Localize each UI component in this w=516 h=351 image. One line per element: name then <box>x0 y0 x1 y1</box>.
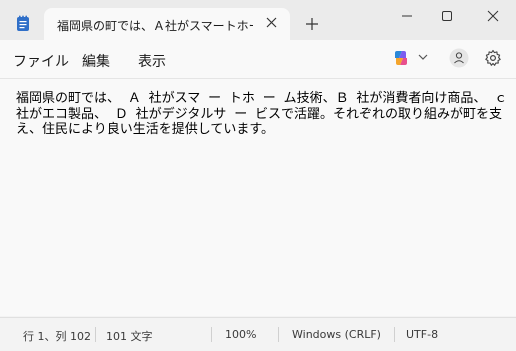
status-divider <box>211 327 212 342</box>
text-editor[interactable]: 福岡県の町では、 Ａ 社がスマ ー トホ ー ム技術、Ｂ 社が消費者向け商品、 … <box>0 79 516 316</box>
title-bar[interactable]: 福岡県の町では、Ａ社がスマートホーム <box>0 0 516 40</box>
plus-icon <box>306 18 318 30</box>
cursor-position: 行 1、列 102 <box>23 330 91 343</box>
encoding[interactable]: UTF-8 <box>406 328 438 341</box>
close-icon <box>487 10 499 22</box>
minimize-icon <box>402 15 412 17</box>
menu-edit[interactable]: 編集 <box>82 51 110 71</box>
new-tab-button[interactable] <box>302 14 322 34</box>
status-divider <box>95 327 96 342</box>
maximize-icon <box>442 11 452 21</box>
document-tab[interactable]: 福岡県の町では、Ａ社がスマートホーム <box>44 8 290 40</box>
gear-icon[interactable] <box>484 49 502 67</box>
line-ending[interactable]: Windows (CRLF) <box>292 328 381 341</box>
notepad-app-icon <box>17 15 29 31</box>
notepad-window: 福岡県の町では、Ａ社がスマートホーム ファイル 編集 表示 福岡県の町では、 Ａ… <box>0 0 516 351</box>
minimize-button[interactable] <box>392 8 422 22</box>
zoom-level[interactable]: 100% <box>225 328 256 341</box>
status-divider <box>394 327 395 342</box>
status-bar: 行 1、列 102 101 文字 100% Windows (CRLF) UTF… <box>0 317 516 351</box>
menu-file[interactable]: ファイル <box>13 51 69 71</box>
close-icon[interactable] <box>264 17 278 31</box>
chevron-down-icon[interactable] <box>418 53 428 61</box>
character-count: 101 文字 <box>106 330 153 343</box>
document-content[interactable]: 福岡県の町では、 Ａ 社がスマ ー トホ ー ム技術、Ｂ 社が消費者向け商品、 … <box>16 91 508 138</box>
account-icon[interactable] <box>449 48 469 68</box>
menu-view[interactable]: 表示 <box>138 51 166 71</box>
menu-bar: ファイル 編集 表示 <box>0 40 516 79</box>
copilot-icon[interactable] <box>392 49 410 67</box>
tab-title: 福岡県の町では、Ａ社がスマートホーム <box>57 19 253 33</box>
status-divider <box>278 327 279 342</box>
window-close-button[interactable] <box>478 8 508 22</box>
maximize-button[interactable] <box>432 8 462 22</box>
